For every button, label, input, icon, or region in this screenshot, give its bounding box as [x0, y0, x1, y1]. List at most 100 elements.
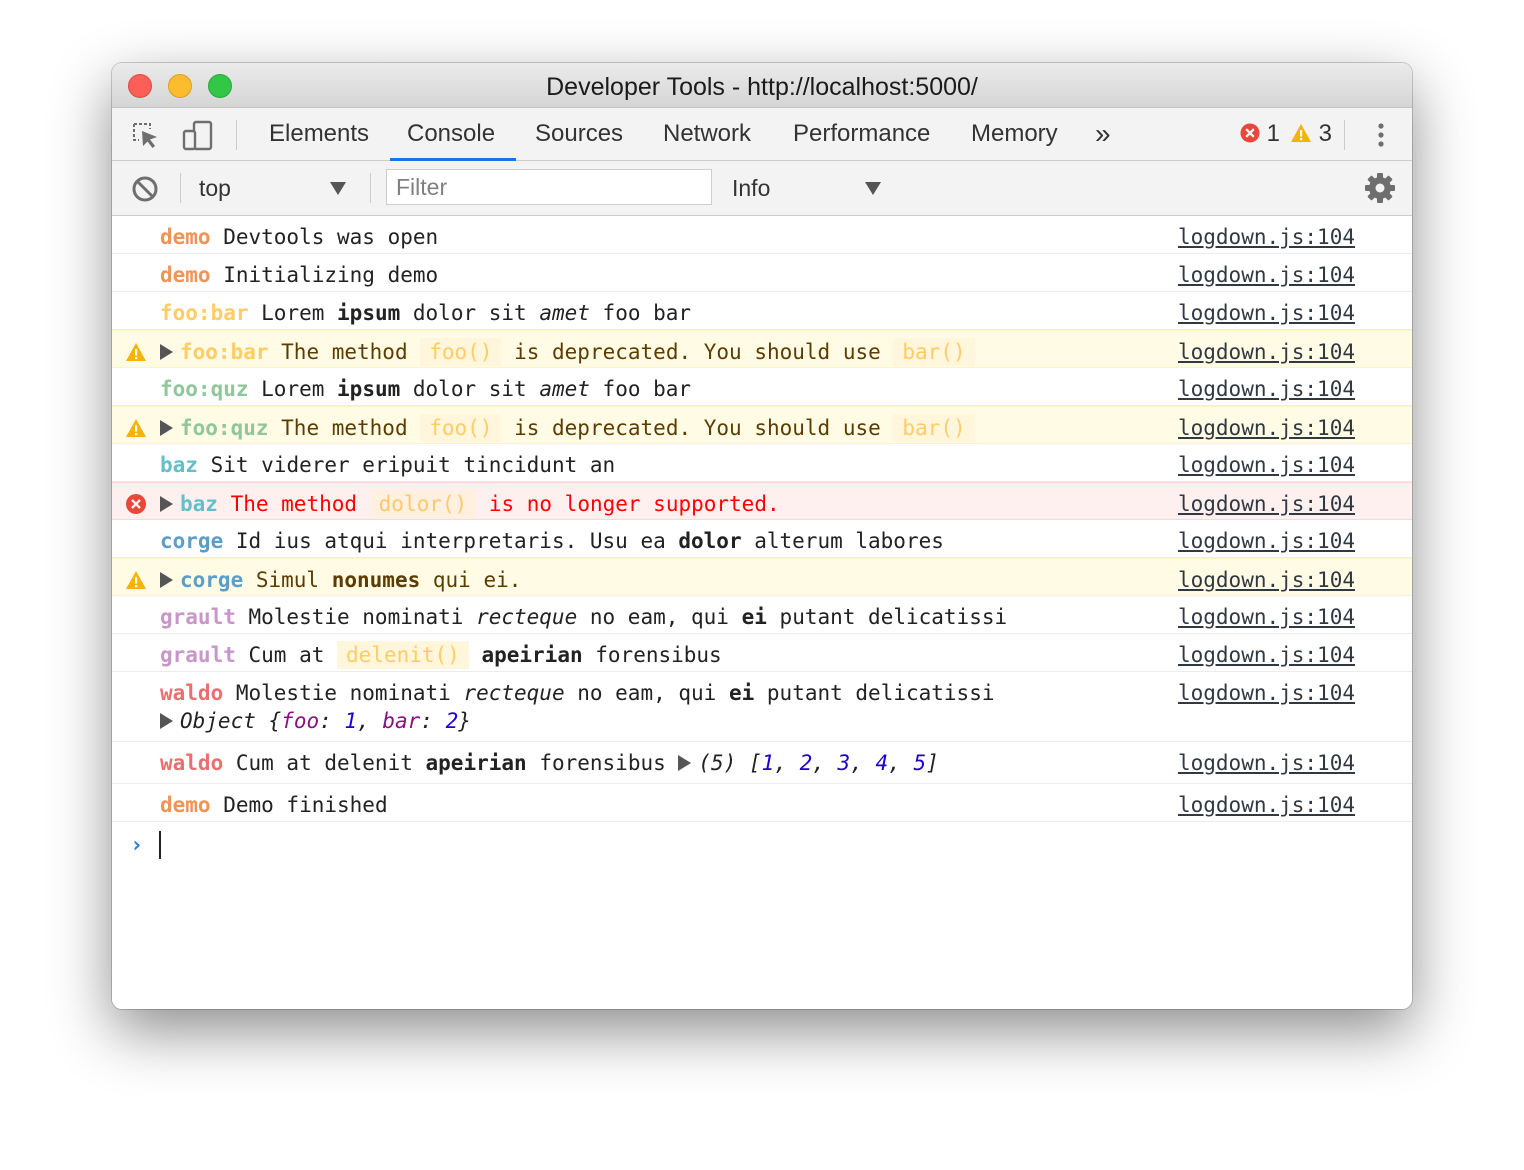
message-text: dolor: [678, 529, 742, 553]
console-message: waldo Cum at delenit apeirian forensibus…: [160, 751, 939, 776]
console-log-row: waldo Cum at delenit apeirian forensibus…: [112, 742, 1412, 784]
log-namespace: baz: [160, 453, 198, 477]
console-message: foo:quz The method foo() is deprecated. …: [160, 414, 975, 442]
tab-elements[interactable]: Elements: [269, 108, 369, 160]
console-message: corge Id ius atqui interpretaris. Usu ea…: [160, 529, 944, 554]
array-value: 5: [913, 751, 927, 775]
inline-code: dolor(): [369, 490, 477, 518]
tab-console[interactable]: Console: [407, 108, 495, 160]
message-text: Lorem: [248, 301, 338, 325]
log-namespace: foo:quz: [180, 416, 269, 440]
console-log-row: grault Cum at delenit() apeirian forensi…: [112, 634, 1412, 672]
object-brace: {: [268, 709, 282, 733]
inline-code: delenit(): [337, 641, 469, 669]
message-text: Id ius atqui interpretaris. Usu ea: [223, 529, 679, 553]
message-text: Devtools was open: [210, 225, 439, 249]
console-message: demo Initializing demo: [160, 263, 438, 288]
tab-memory[interactable]: Memory: [971, 108, 1058, 160]
source-link[interactable]: logdown.js:104: [1178, 568, 1355, 593]
console-log-row: foo:quz Lorem ipsum dolor sit amet foo b…: [112, 368, 1412, 406]
source-link[interactable]: logdown.js:104: [1178, 643, 1355, 668]
object-label: Object: [180, 709, 269, 733]
toolbar-divider: [1344, 120, 1345, 150]
message-text: recteque: [463, 681, 565, 705]
log-namespace: foo:bar: [160, 301, 249, 325]
console-message: baz Sit viderer eripuit tincidunt an: [160, 453, 615, 478]
filter-input[interactable]: [386, 169, 712, 205]
console-message: grault Molestie nominati recteque no eam…: [160, 605, 1007, 630]
console-messages: › demo Devtools was open logdown.js:104 de…: [112, 216, 1412, 1009]
toolbar-divider: [370, 173, 371, 203]
message-text: Molestie nominati: [223, 681, 464, 705]
expand-triangle-icon[interactable]: [678, 755, 692, 771]
tab-sources[interactable]: Sources: [535, 108, 623, 160]
source-link[interactable]: logdown.js:104: [1178, 263, 1355, 288]
customize-menu-icon[interactable]: [1367, 120, 1397, 150]
console-warning-row: foo:quz The method foo() is deprecated. …: [112, 406, 1412, 444]
message-text: The method: [268, 416, 421, 440]
source-link[interactable]: logdown.js:104: [1178, 377, 1355, 402]
object-key: foo: [281, 709, 320, 733]
log-namespace: demo: [160, 263, 211, 287]
chevron-down-icon: [330, 182, 346, 195]
console-settings-gear-icon[interactable]: [1364, 172, 1395, 203]
array-value: 3: [837, 751, 851, 775]
expand-triangle-icon[interactable]: [160, 713, 173, 729]
toolbar-divider: [236, 120, 237, 150]
log-namespace: baz: [180, 492, 218, 516]
console-message: baz The method dolor() is no longer supp…: [160, 490, 780, 518]
message-text: forensibus: [582, 643, 722, 667]
log-namespace: grault: [160, 605, 236, 629]
source-link[interactable]: logdown.js:104: [1178, 605, 1355, 630]
expand-triangle-icon[interactable]: [160, 344, 173, 360]
source-link[interactable]: logdown.js:104: [1178, 751, 1355, 776]
console-message: foo:bar Lorem ipsum dolor sit amet foo b…: [160, 301, 691, 326]
message-text: qui ei.: [420, 568, 522, 592]
log-namespace: waldo: [160, 751, 224, 775]
log-namespace: corge: [160, 529, 224, 553]
message-text: ei: [728, 681, 755, 705]
message-text: Simul: [243, 568, 332, 592]
source-link[interactable]: logdown.js:104: [1178, 301, 1355, 326]
window-title: Developer Tools - http://localhost:5000/: [546, 73, 978, 101]
expand-triangle-icon[interactable]: [160, 496, 173, 512]
clear-console-icon[interactable]: [130, 174, 160, 204]
message-text: Cum at: [235, 643, 338, 667]
object-preview[interactable]: Object {foo: 1, bar: 2}: [160, 709, 471, 734]
console-message: demo Demo finished: [160, 793, 388, 818]
message-text: The method: [217, 492, 370, 516]
log-namespace: grault: [160, 643, 236, 667]
warning-count-badge[interactable]: 3: [1290, 108, 1332, 160]
source-link[interactable]: logdown.js:104: [1178, 492, 1355, 517]
expand-triangle-icon[interactable]: [160, 420, 173, 436]
more-tabs-button[interactable]: »: [1095, 108, 1111, 160]
inspect-element-icon[interactable]: [130, 120, 160, 150]
chevron-down-icon: [865, 182, 881, 195]
log-namespace: demo: [160, 793, 211, 817]
message-text: dolor sit: [400, 301, 540, 325]
source-link[interactable]: logdown.js:104: [1178, 681, 1355, 706]
source-link[interactable]: logdown.js:104: [1178, 453, 1355, 478]
expand-triangle-icon[interactable]: [160, 572, 173, 588]
message-text: ei: [741, 605, 767, 629]
tab-network[interactable]: Network: [663, 108, 751, 160]
error-count-badge[interactable]: 1: [1240, 108, 1280, 160]
console-input-caret[interactable]: [159, 831, 161, 859]
device-toolbar-icon[interactable]: [182, 120, 213, 151]
source-link[interactable]: logdown.js:104: [1178, 225, 1355, 250]
source-link[interactable]: logdown.js:104: [1178, 416, 1355, 441]
console-prompt-chevron: ›: [130, 833, 144, 858]
log-namespace: demo: [160, 225, 211, 249]
message-text: Demo finished: [210, 793, 388, 817]
devtools-window: Developer Tools - http://localhost:5000/…: [112, 63, 1412, 1009]
log-namespace: waldo: [160, 681, 224, 705]
message-text: forensibus: [526, 751, 679, 775]
source-link[interactable]: logdown.js:104: [1178, 529, 1355, 554]
source-link[interactable]: logdown.js:104: [1178, 793, 1355, 818]
tab-performance[interactable]: Performance: [793, 108, 930, 160]
message-text: foo bar: [589, 301, 692, 325]
source-link[interactable]: logdown.js:104: [1178, 340, 1355, 365]
array-preview[interactable]: (5) [1, 2, 3, 4, 5]: [678, 751, 939, 775]
warning-icon: [125, 341, 147, 363]
message-text: is deprecated. You should use: [501, 340, 894, 364]
